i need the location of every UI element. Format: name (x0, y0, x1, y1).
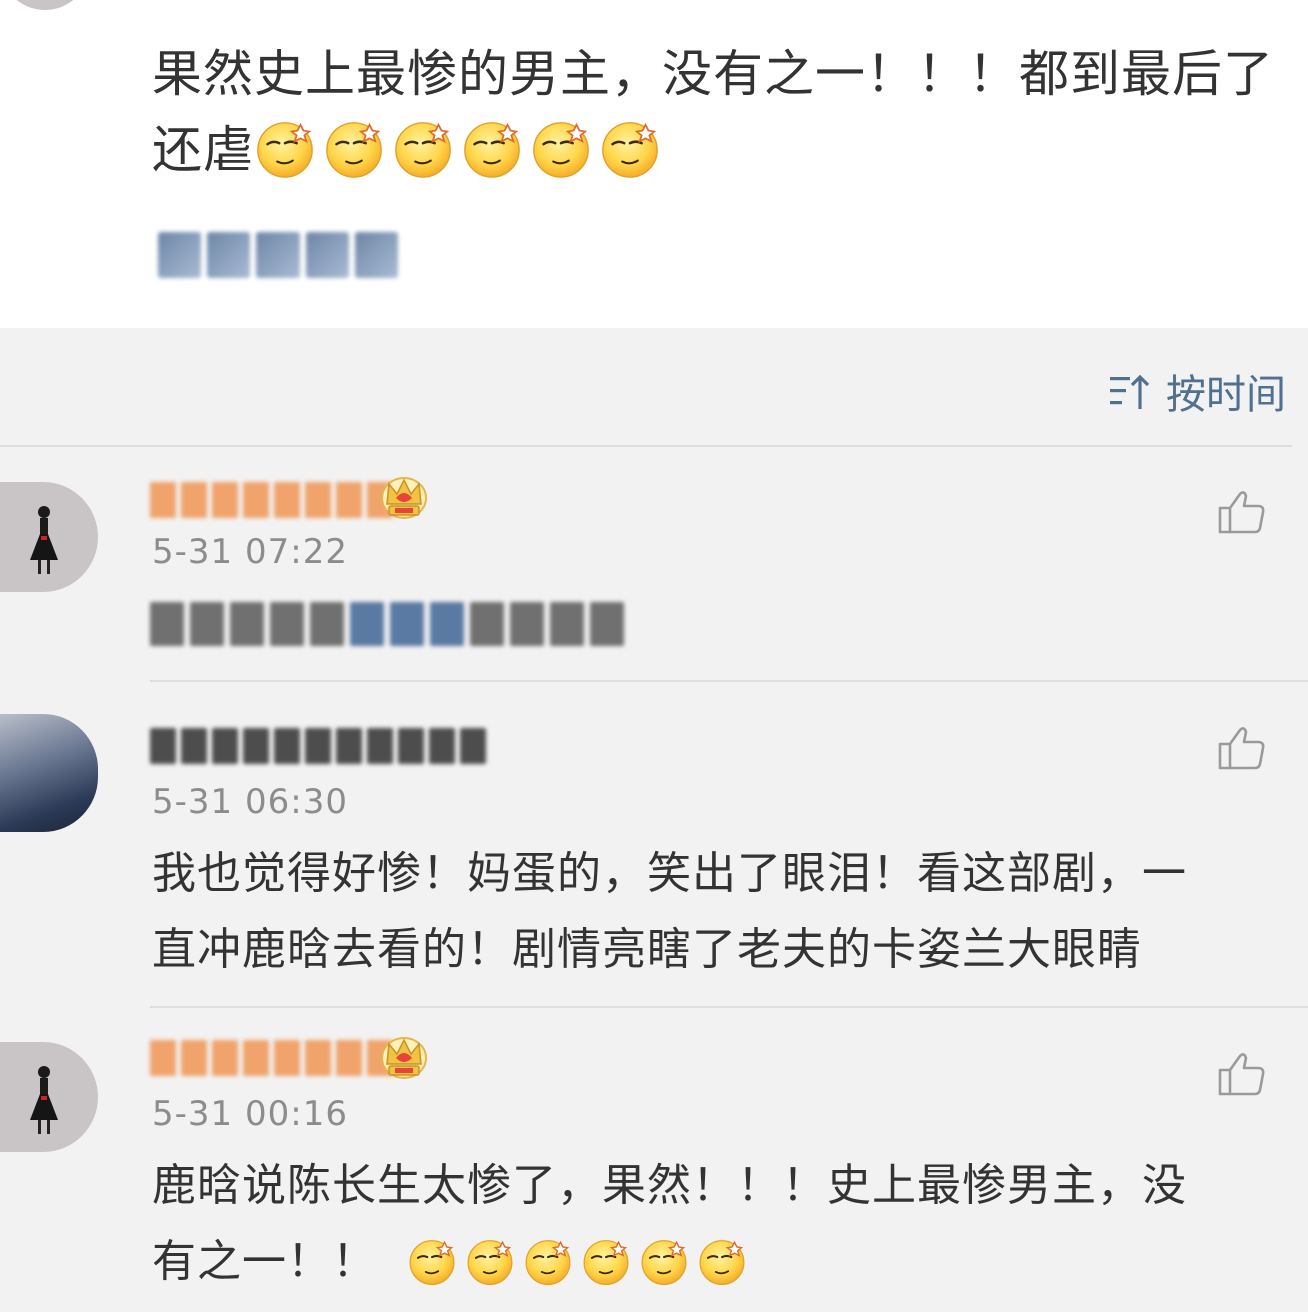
comment-item: 5-31 07:22 (0, 446, 1308, 682)
sort-ascending-icon (1110, 374, 1150, 409)
crown-icon (378, 1030, 430, 1082)
sleepy-smirk-emoji-icon (392, 117, 454, 179)
sleepy-smirk-emoji-icon (407, 1236, 457, 1286)
avatar-image (0, 482, 98, 592)
sleepy-smirk-emoji-icon (697, 1236, 747, 1286)
avatar[interactable] (0, 714, 98, 832)
comment-text-line1: 鹿晗说陈长生太惨了，果然！！！史上最惨男主，没 (152, 1160, 1187, 1211)
avatar[interactable] (0, 482, 98, 592)
sleepy-smirk-emoji-icon (530, 117, 592, 179)
sleepy-smirk-emoji-icon (323, 117, 385, 179)
sleepy-smirk-emoji-icon (581, 1236, 631, 1286)
crown-icon (378, 470, 430, 522)
thumbs-up-icon[interactable] (1216, 722, 1268, 774)
comment-time: 5-31 07:22 (152, 532, 348, 572)
sort-by-time-button[interactable]: 按时间 (1108, 362, 1286, 420)
username-blurred[interactable] (150, 728, 486, 764)
post-text-line1: 果然史上最惨的男主，没有之一！！！都到最后了 (152, 45, 1274, 103)
avatar-image (0, 1042, 98, 1152)
comment-time: 5-31 06:30 (152, 782, 348, 822)
thumbs-up-icon[interactable] (1216, 1048, 1268, 1100)
avatar[interactable] (0, 1042, 98, 1152)
post-text-line2: 还虐 (152, 112, 1292, 188)
comment-text-line1: 我也觉得好惨！妈蛋的，笑出了眼泪！看这部剧，一 (152, 848, 1187, 899)
post-link-blurred[interactable] (158, 232, 399, 278)
sort-bar: 按时间 (0, 328, 1308, 446)
comment-time: 5-31 00:16 (152, 1094, 348, 1134)
post-card: 果然史上最惨的男主，没有之一！！！都到最后了 还虐 (0, 0, 1308, 328)
sleepy-smirk-emoji-icon (599, 117, 661, 179)
sleepy-smirk-emoji-icon (639, 1236, 689, 1286)
sleepy-smirk-emoji-icon (254, 117, 316, 179)
username-blurred[interactable] (150, 482, 393, 518)
sleepy-smirk-emoji-icon (461, 117, 523, 179)
username-blurred[interactable] (150, 1040, 393, 1076)
comment-text: 我也觉得好惨！妈蛋的，笑出了眼泪！看这部剧，一 直冲鹿晗去看的！剧情亮瞎了老夫的… (152, 836, 1282, 988)
sort-label: 按时间 (1166, 372, 1286, 418)
post-text-line2-label: 还虐 (152, 121, 254, 179)
sleepy-smirk-emoji-icon (465, 1236, 515, 1286)
comment-text: 鹿晗说陈长生太惨了，果然！！！史上最惨男主，没 有之一！！ (152, 1148, 1282, 1300)
comment-item: 5-31 00:16 鹿晗说陈长生太惨了，果然！！！史上最惨男主，没 有之一！！ (0, 1008, 1308, 1312)
comment-text-line2-label: 有之一！！ (152, 1236, 377, 1287)
comment-text-line2: 直冲鹿晗去看的！剧情亮瞎了老夫的卡姿兰大眼睛 (152, 924, 1142, 975)
post-content: 果然史上最惨的男主，没有之一！！！都到最后了 还虐 (152, 36, 1292, 188)
post-avatar[interactable] (0, 0, 90, 10)
thumbs-up-icon[interactable] (1216, 486, 1268, 538)
comment-text-blurred (150, 602, 624, 646)
comment-item: 5-31 06:30 我也觉得好惨！妈蛋的，笑出了眼泪！看这部剧，一 直冲鹿晗去… (0, 682, 1308, 1006)
sleepy-smirk-emoji-icon (523, 1236, 573, 1286)
comment-text-line2: 有之一！！ (152, 1224, 1282, 1300)
